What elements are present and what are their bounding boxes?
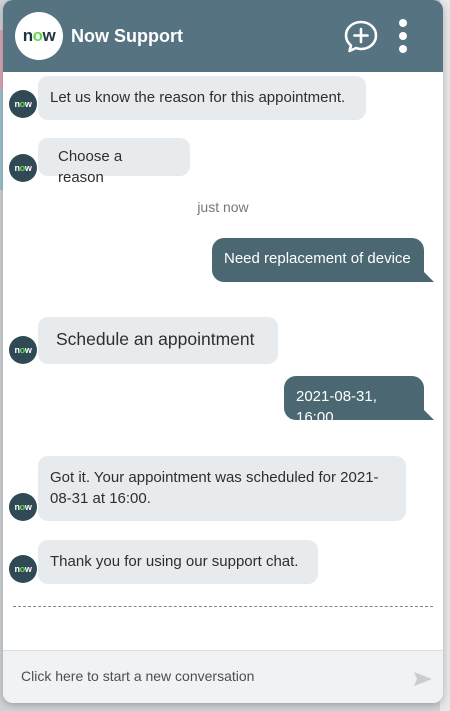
bot-avatar: now [9, 493, 37, 521]
bot-avatar: now [9, 336, 37, 364]
bot-avatar: now [9, 90, 37, 118]
user-message: Need replacement of device [212, 238, 434, 282]
bot-message: Let us know the reason for this appointm… [38, 76, 366, 120]
conversation-end-divider [13, 606, 433, 607]
send-icon[interactable] [413, 671, 433, 687]
user-message: 2021-08-31, 16:00 [284, 376, 434, 426]
chat-header: now Now Support [3, 0, 443, 72]
bot-avatar: now [9, 154, 37, 182]
chat-plus-icon[interactable] [343, 18, 379, 54]
more-vertical-icon[interactable] [391, 16, 415, 56]
bot-message: Got it. Your appointment was scheduled f… [38, 456, 406, 521]
new-conversation-link[interactable]: Click here to start a new conversation [21, 668, 254, 684]
bot-avatar: now [9, 555, 37, 583]
logo-text: now [22, 26, 56, 45]
message-list: now Let us know the reason for this appo… [3, 72, 443, 650]
schedule-appointment-button[interactable]: Schedule an appointment [38, 317, 278, 364]
chat-title: Now Support [71, 26, 183, 46]
now-logo: now [15, 12, 63, 60]
choose-reason-button[interactable]: Choose a reason [38, 138, 190, 186]
new-conversation-bar[interactable]: Click here to start a new conversation [3, 650, 443, 703]
bot-message: Thank you for using our support chat. [38, 540, 318, 584]
chat-widget: now Now Support now Let us know the reas… [3, 0, 443, 703]
message-timestamp: just now [197, 199, 249, 215]
